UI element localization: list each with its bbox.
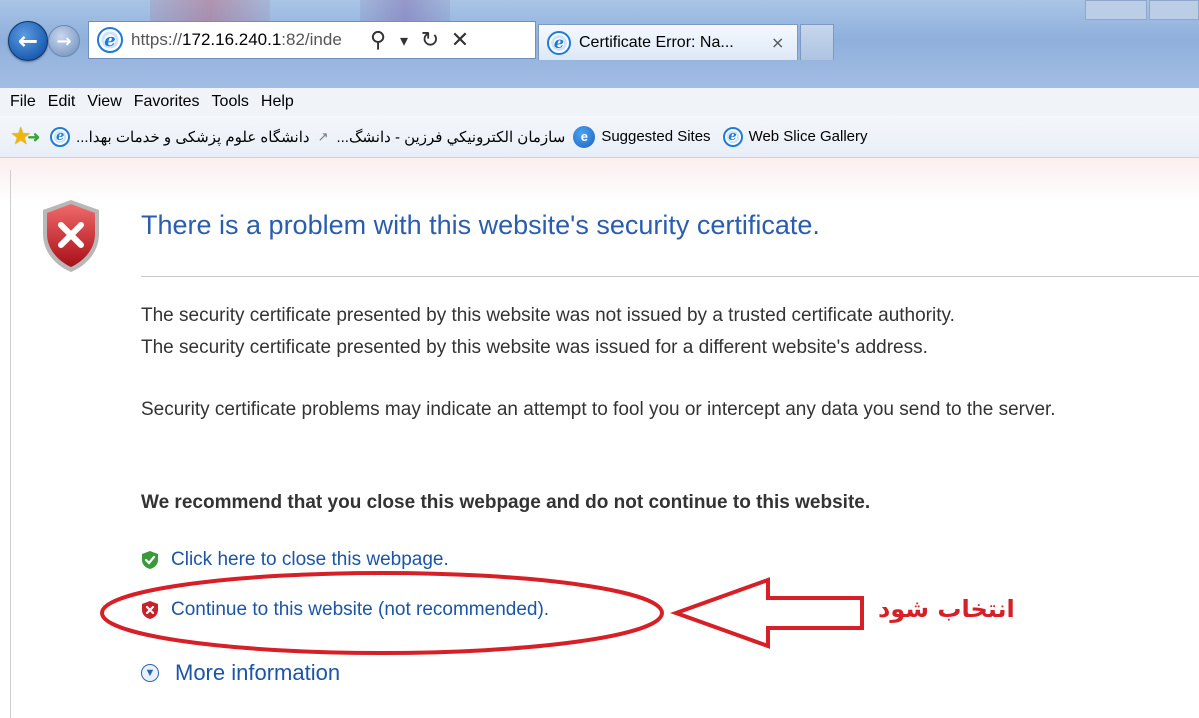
menu-help[interactable]: Help	[261, 93, 294, 111]
close-icon[interactable]: ×	[771, 33, 784, 52]
window-control-blurred	[1085, 0, 1147, 20]
url-scheme: https://	[131, 30, 183, 49]
address-url[interactable]: https://172.16.240.1:82/inde	[131, 30, 361, 50]
continue-to-website-link[interactable]: Continue to this website (not recommende…	[171, 599, 549, 621]
url-host: 172.16.240.1	[182, 30, 282, 49]
menu-favorites[interactable]: Favorites	[134, 93, 200, 111]
menu-edit[interactable]: Edit	[48, 93, 76, 111]
suggested-sites-icon: e	[573, 125, 596, 148]
browser-titlebar: ← → e https://172.16.240.1:82/inde ⚲ ▾ ↻…	[0, 0, 1199, 88]
menu-view[interactable]: View	[87, 93, 121, 111]
stop-icon[interactable]: ✕	[447, 28, 473, 53]
certificate-error-page: There is a problem with this website's s…	[0, 158, 1199, 718]
annotation-label: انتخاب شود	[878, 595, 1015, 623]
window-control-blurred	[1149, 0, 1199, 20]
detail-untrusted-authority: The security certificate presented by th…	[141, 305, 955, 326]
refresh-icon[interactable]: ↻	[417, 28, 443, 53]
arrow-left-icon: ←	[17, 27, 39, 55]
favorites-bar: ★ ➜ e دانشگاه علوم پزشکی و خدمات بهدا...…	[0, 116, 1199, 158]
tab-certificate-error[interactable]: e Certificate Error: Na... ×	[538, 24, 798, 60]
arrow-right-icon: →	[56, 30, 72, 52]
menu-file[interactable]: File	[10, 93, 36, 111]
address-bar[interactable]: e https://172.16.240.1:82/inde ⚲ ▾ ↻ ✕	[88, 21, 536, 59]
divider	[141, 276, 1199, 277]
close-webpage-link[interactable]: Click here to close this webpage.	[171, 549, 449, 571]
search-icon[interactable]: ⚲	[365, 28, 391, 53]
shield-error-icon	[43, 200, 99, 272]
new-tab-button[interactable]	[800, 24, 834, 60]
page-title: There is a problem with this website's s…	[141, 210, 820, 240]
tab-title: Certificate Error: Na...	[579, 33, 734, 51]
more-information-link[interactable]: More information	[175, 660, 340, 686]
favorite-item-web-slice-gallery[interactable]: Web Slice Gallery	[749, 128, 868, 145]
menu-tools[interactable]: Tools	[212, 93, 249, 111]
shield-check-icon	[142, 551, 158, 569]
security-warning-text: Security certificate problems may indica…	[141, 399, 1056, 420]
back-button[interactable]: ←	[8, 21, 48, 61]
certificate-problem-details: The security certificate presented by th…	[141, 300, 1191, 364]
shortcut-icon: ↗	[317, 128, 329, 144]
recommendation-text: We recommend that you close this webpage…	[141, 492, 871, 513]
add-favorite-icon[interactable]: ➜	[28, 128, 41, 146]
chevron-down-icon[interactable]: ▾	[395, 31, 413, 50]
favorite-item-university[interactable]: دانشگاه علوم پزشکی و خدمات بهدا...	[76, 128, 309, 146]
favorite-item-farzin[interactable]: سازمان الکترونیکي فرزین - دانشگ...	[336, 128, 565, 146]
favorite-item-suggested-sites[interactable]: Suggested Sites	[601, 128, 710, 145]
close-webpage-option: Click here to close this webpage.	[141, 549, 449, 571]
ie-page-icon: e	[50, 126, 71, 147]
continue-website-option: Continue to this website (not recommende…	[141, 599, 549, 621]
menu-bar: File Edit View Favorites Tools Help	[0, 88, 1199, 116]
detail-address-mismatch: The security certificate presented by th…	[141, 337, 928, 358]
chevron-down-icon: ▼	[141, 664, 159, 682]
forward-button[interactable]: →	[48, 25, 80, 57]
ie-page-icon: e	[547, 30, 571, 55]
ie-page-icon: e	[97, 27, 123, 53]
ie-page-icon: e	[722, 126, 743, 147]
shield-error-icon	[142, 601, 158, 619]
page-left-border	[10, 170, 11, 718]
url-rest: :82/inde	[281, 30, 342, 49]
more-information-option[interactable]: ▼ More information	[141, 660, 340, 686]
